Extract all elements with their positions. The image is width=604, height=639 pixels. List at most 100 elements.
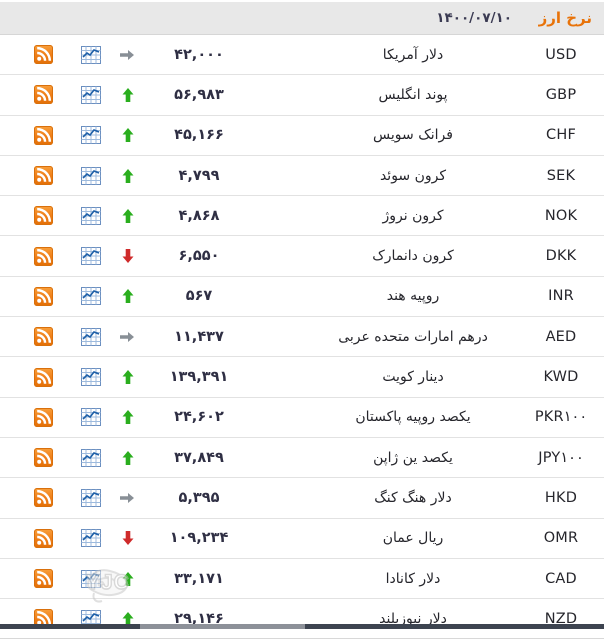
currency-code: CHF <box>546 127 576 144</box>
currency-code: USD <box>545 46 577 63</box>
currency-code: DKK <box>545 248 577 265</box>
rate-value: ۲۹,۱۴۶ <box>174 610 224 627</box>
chart-icon[interactable] <box>81 45 101 64</box>
currency-code: INR <box>548 288 574 305</box>
rss-cell[interactable] <box>20 116 66 155</box>
rss-cell[interactable] <box>20 156 66 195</box>
currency-name: دینار کویت <box>382 369 444 386</box>
header-date: ۱۴۰۰/۰۷/۱۰ <box>436 10 512 26</box>
table-row[interactable]: ۳۳,۱۷۱ دلار کانادا CAD <box>0 558 604 600</box>
rss-cell[interactable] <box>20 398 66 437</box>
currency-rates-page: نرخ ارز ۱۴۰۰/۰۷/۱۰ ۴۲,۰۰۰ دلار آمریکا USD ۵… <box>0 0 604 639</box>
rss-icon[interactable] <box>33 407 53 427</box>
table-row[interactable]: ۲۹,۱۴۶ دلار نیوزیلند NZD <box>0 599 604 639</box>
currency-code: PKR۱۰۰ <box>534 409 588 426</box>
table-row[interactable]: ۳۷,۸۴۹ یکصد ین ژاپن JPY۱۰۰ <box>0 437 604 479</box>
rss-icon[interactable] <box>33 448 53 468</box>
chart-icon[interactable] <box>81 408 101 427</box>
currency-code: NZD <box>544 610 578 627</box>
rss-cell[interactable] <box>20 559 66 598</box>
rss-icon[interactable] <box>33 528 53 548</box>
rss-cell[interactable] <box>20 519 66 558</box>
currency-name: دلار آمریکا <box>382 46 444 63</box>
currency-code: HKD <box>544 489 578 506</box>
chart-icon[interactable] <box>81 368 101 387</box>
table-row[interactable]: ۴۵,۱۶۶ فرانک سویس CHF <box>0 115 604 156</box>
table-row[interactable]: ۱۱,۴۳۷ درهم امارات متحده عربی AED <box>0 317 604 358</box>
currency-name: دلار هنگ کنگ <box>374 489 452 506</box>
rss-icon[interactable] <box>33 569 53 588</box>
currency-code: AED <box>545 328 577 345</box>
rate-value: ۴۲,۰۰۰ <box>174 46 224 63</box>
currency-name: کرون دانمارک <box>372 248 454 265</box>
table-row[interactable]: ۴۲,۰۰۰ دلار آمریکا USD <box>0 35 604 76</box>
rss-cell[interactable] <box>20 196 66 235</box>
chart-icon[interactable] <box>81 488 101 507</box>
page-title: نرخ ارز <box>538 9 592 27</box>
currency-name: روپیه هند <box>386 288 440 305</box>
table-row[interactable]: ۶,۵۵۰ کرون دانمارک DKK <box>0 236 604 277</box>
rate-value: ۵۶,۹۸۳ <box>174 86 224 103</box>
currency-name: دلار کانادا <box>385 570 441 587</box>
currency-name: ریال عمان <box>382 530 444 547</box>
currency-name: دلار نیوزیلند <box>379 610 447 627</box>
rate-value: ۶,۵۵۰ <box>178 248 220 265</box>
currency-name: کرون سوئد <box>379 167 447 184</box>
rate-value: ۱۳۹,۳۹۱ <box>169 369 229 386</box>
table-row[interactable]: ۴,۸۶۸ کرون نروژ NOK <box>0 196 604 237</box>
rss-icon[interactable] <box>33 367 53 387</box>
chart-icon[interactable] <box>81 569 101 588</box>
rss-cell[interactable] <box>20 599 66 638</box>
rss-icon[interactable] <box>33 125 53 145</box>
table-row[interactable]: ۵۶,۹۸۳ پوند انگلیس GBP <box>0 75 604 116</box>
table-row[interactable]: ۱۳۹,۳۹۱ دینار کویت KWD <box>0 357 604 398</box>
rss-icon[interactable] <box>33 45 53 65</box>
rss-cell[interactable] <box>20 277 66 316</box>
chart-icon[interactable] <box>81 247 101 266</box>
rate-value: ۵,۳۹۵ <box>178 489 220 506</box>
rss-cell[interactable] <box>20 75 66 114</box>
table-row[interactable]: ۴,۷۹۹ کرون سوئد SEK <box>0 155 604 197</box>
rss-icon[interactable] <box>33 327 53 347</box>
table-row[interactable]: ۲۴,۶۰۲ یکصد روپیه پاکستان PKR۱۰۰ <box>0 397 604 438</box>
rss-icon[interactable] <box>33 206 53 226</box>
chart-icon[interactable] <box>81 529 101 548</box>
rss-icon[interactable] <box>33 85 53 105</box>
rss-cell[interactable] <box>20 317 66 356</box>
rss-icon[interactable] <box>33 488 53 508</box>
table-row[interactable]: ۵۶۷ روپیه هند INR <box>0 276 604 318</box>
chart-icon[interactable] <box>81 126 101 145</box>
rate-value: ۴,۷۹۹ <box>178 167 220 184</box>
chart-icon[interactable] <box>81 206 101 225</box>
currency-name: درهم امارات متحده عربی <box>338 328 488 345</box>
chart-icon[interactable] <box>81 166 101 185</box>
rate-value: ۴۵,۱۶۶ <box>174 127 224 144</box>
bottom-bar <box>0 624 604 629</box>
chart-icon[interactable] <box>81 448 101 467</box>
rss-icon[interactable] <box>33 286 53 306</box>
rss-cell[interactable] <box>20 478 66 517</box>
rate-value: ۵۶۷ <box>185 288 213 305</box>
table-row[interactable]: ۵,۳۹۵ دلار هنگ کنگ HKD <box>0 478 604 519</box>
currency-name: یکصد ین ژاپن <box>373 449 453 466</box>
rss-cell[interactable] <box>20 438 66 477</box>
currency-code: SEK <box>546 167 576 184</box>
currency-code: CAD <box>545 570 577 587</box>
chart-icon[interactable] <box>81 327 101 346</box>
currency-name: فرانک سویس <box>373 127 453 144</box>
chart-icon[interactable] <box>81 85 101 104</box>
currency-code: NOK <box>544 207 578 224</box>
rss-icon[interactable] <box>33 166 53 186</box>
currency-name: کرون نروژ <box>382 207 444 224</box>
chart-icon[interactable] <box>81 287 101 306</box>
rss-cell[interactable] <box>20 357 66 396</box>
rate-value: ۴,۸۶۸ <box>178 207 220 224</box>
table-row[interactable]: ۱۰۹,۲۳۴ ریال عمان OMR <box>0 518 604 559</box>
rss-cell[interactable] <box>20 35 66 74</box>
currency-rates-table: ۴۲,۰۰۰ دلار آمریکا USD ۵۶,۹۸۳ پوند انگلیس GBP… <box>0 35 604 639</box>
bottom-bar-segment <box>140 624 305 629</box>
table-header: نرخ ارز ۱۴۰۰/۰۷/۱۰ <box>0 0 604 35</box>
rss-cell[interactable] <box>20 236 66 275</box>
currency-code: GBP <box>545 86 577 103</box>
rss-icon[interactable] <box>33 246 53 266</box>
